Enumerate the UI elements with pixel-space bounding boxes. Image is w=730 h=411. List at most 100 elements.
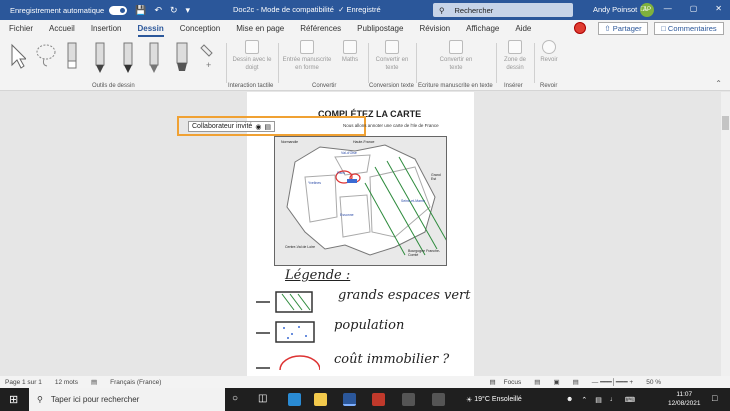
tab-dessin[interactable]: Dessin bbox=[137, 24, 164, 37]
tab-mise-en-page[interactable]: Mise en page bbox=[236, 24, 284, 33]
focus-label[interactable]: Focus bbox=[504, 379, 522, 386]
app-icon[interactable] bbox=[402, 393, 415, 406]
convert-text-button[interactable]: Convertir en texte bbox=[372, 40, 412, 72]
vertical-scrollbar[interactable] bbox=[721, 92, 730, 376]
date: 12/08/2021 bbox=[668, 400, 701, 407]
tab-accueil[interactable]: Accueil bbox=[49, 24, 75, 33]
ribbon-display-icon[interactable]: □ bbox=[641, 4, 646, 13]
play-icon bbox=[542, 40, 556, 54]
keyboard-icon[interactable]: ⌨ bbox=[625, 396, 635, 404]
network-icon[interactable]: ▤ bbox=[595, 396, 602, 404]
replay-button[interactable]: Revoir bbox=[537, 40, 561, 64]
clock[interactable]: 11:07 12/08/2021 bbox=[668, 390, 701, 408]
saved-status-icon: ✓ bbox=[338, 5, 345, 14]
ribbon: + Outils de dessin Dessin avec le doigt … bbox=[0, 37, 730, 91]
pen-black-icon[interactable] bbox=[94, 41, 106, 75]
drawing-zone-button[interactable]: Zone de dessin bbox=[500, 40, 530, 72]
pdf-icon[interactable] bbox=[372, 393, 385, 406]
finger-icon bbox=[245, 40, 259, 54]
autosave-toggle[interactable] bbox=[109, 5, 128, 15]
draw-finger-button[interactable]: Dessin avec le doigt bbox=[230, 40, 274, 72]
group-label-drawing-tools: Outils de dessin bbox=[92, 83, 135, 89]
handwriting-convert-button[interactable]: Convertir en texte bbox=[436, 40, 476, 72]
group-label-text-conversion: Conversion texte bbox=[369, 83, 415, 89]
app-icon-2[interactable] bbox=[432, 393, 445, 406]
tab-affichage[interactable]: Affichage bbox=[466, 24, 499, 33]
zoom-slider[interactable]: — ━━━│━━━ + bbox=[592, 378, 633, 386]
collab-menu-icon[interactable]: ▤ bbox=[264, 123, 271, 131]
ribbon-separator bbox=[496, 43, 497, 83]
map-label-essonne: Essonne bbox=[340, 213, 354, 217]
canvas-icon bbox=[508, 40, 522, 54]
search-placeholder: Rechercher bbox=[454, 5, 494, 15]
edge-icon[interactable] bbox=[288, 393, 301, 406]
chevron-up-icon[interactable]: ⌃ bbox=[581, 396, 587, 404]
people-icon[interactable]: ☻ bbox=[566, 396, 573, 403]
file-explorer-icon[interactable] bbox=[314, 393, 327, 406]
windows-start-icon[interactable]: ⊞ bbox=[9, 393, 18, 406]
tab-references[interactable]: Références bbox=[300, 24, 341, 33]
customize-toolbar-icon[interactable]: ▾ bbox=[186, 5, 191, 16]
save-icon[interactable]: 💾 bbox=[135, 5, 146, 16]
status-bar: Page 1 sur 1 12 mots ▤ Français (France)… bbox=[0, 376, 730, 388]
pen-dark-icon[interactable] bbox=[122, 41, 134, 75]
tab-conception[interactable]: Conception bbox=[180, 24, 220, 33]
tab-insertion[interactable]: Insertion bbox=[91, 24, 122, 33]
pencil-icon[interactable] bbox=[148, 41, 160, 75]
cortana-icon[interactable]: ○ bbox=[232, 393, 238, 404]
taskbar-search[interactable]: ⚲ Taper ici pour rechercher bbox=[29, 388, 225, 411]
tab-publipostage[interactable]: Publipostage bbox=[357, 24, 403, 33]
page-count[interactable]: Page 1 sur 1 bbox=[5, 379, 42, 386]
select-arrow-icon[interactable] bbox=[8, 41, 26, 69]
record-icon[interactable] bbox=[574, 22, 586, 34]
read-mode-icon[interactable]: ▤ bbox=[534, 378, 540, 386]
add-pen-icon[interactable]: + bbox=[200, 41, 216, 71]
sun-icon: ☀ bbox=[466, 396, 473, 404]
legend-item-cost: coût immobilier ? bbox=[334, 352, 450, 367]
user-name[interactable]: Andy Poinsot bbox=[593, 5, 637, 14]
web-layout-icon[interactable]: ▤ bbox=[573, 378, 579, 386]
minimize-icon[interactable]: — bbox=[664, 4, 672, 13]
proofing-icon[interactable]: ▤ bbox=[91, 378, 97, 386]
task-view-icon[interactable]: ◫ bbox=[258, 393, 267, 404]
volume-icon[interactable]: ♩ bbox=[610, 396, 617, 403]
globe-icon: ◉ bbox=[255, 123, 262, 131]
autosave-label: Enregistrement automatique bbox=[10, 5, 105, 15]
collaborator-label: Collaborateur invité bbox=[192, 123, 253, 130]
scrollbar-thumb[interactable] bbox=[722, 116, 729, 130]
tab-fichier[interactable]: Fichier bbox=[9, 24, 33, 33]
redo-icon[interactable]: ↻ bbox=[170, 5, 178, 16]
undo-icon[interactable]: ↶ bbox=[154, 5, 162, 16]
print-layout-icon[interactable]: ▣ bbox=[553, 378, 559, 386]
comments-button[interactable]: □ Commentaires bbox=[654, 22, 724, 35]
close-icon[interactable]: ✕ bbox=[715, 4, 722, 13]
maximize-icon[interactable]: ▢ bbox=[690, 4, 698, 13]
map-label-normandie: Normandie bbox=[281, 140, 299, 144]
group-label-insert: Insérer bbox=[504, 83, 523, 89]
search-box[interactable]: ⚲ Rechercher bbox=[433, 3, 573, 17]
lasso-icon[interactable] bbox=[34, 41, 60, 69]
highlighter-icon[interactable] bbox=[174, 41, 190, 75]
language[interactable]: Français (France) bbox=[110, 379, 161, 386]
zoom-level[interactable]: 50 % bbox=[646, 379, 661, 386]
word-icon[interactable] bbox=[343, 393, 356, 406]
word-count[interactable]: 12 mots bbox=[55, 379, 78, 386]
group-label-touch: Interaction tactile bbox=[228, 83, 274, 89]
map-label-centre: Centre-Val de Loire bbox=[285, 245, 316, 249]
weather-widget[interactable]: ☀ 19°C Ensoleillé bbox=[466, 388, 522, 411]
map-label-yvelines: Yvelines bbox=[308, 181, 322, 185]
math-button[interactable]: Maths bbox=[336, 40, 364, 64]
share-button[interactable]: ⇧ Partager bbox=[598, 22, 648, 35]
tab-revision[interactable]: Révision bbox=[419, 24, 450, 33]
focus-icon[interactable]: ▤ bbox=[489, 378, 495, 386]
notification-icon[interactable]: □ bbox=[712, 393, 717, 403]
eraser-icon[interactable] bbox=[66, 41, 78, 71]
collapse-ribbon-icon[interactable]: ⌃ bbox=[715, 79, 722, 88]
map-label-bourgogne: Bourgogne Franche-Comté bbox=[408, 249, 441, 257]
weather-text: 19°C Ensoleillé bbox=[474, 396, 522, 403]
math-icon bbox=[343, 40, 357, 54]
map-label-haute-france: Haute-France bbox=[353, 140, 375, 144]
tab-aide[interactable]: Aide bbox=[515, 24, 531, 33]
collaborator-tag[interactable]: Collaborateur invité ◉ ▤ bbox=[188, 121, 276, 132]
ink-to-shape-button[interactable]: Entrée manuscrite en forme bbox=[282, 40, 332, 72]
